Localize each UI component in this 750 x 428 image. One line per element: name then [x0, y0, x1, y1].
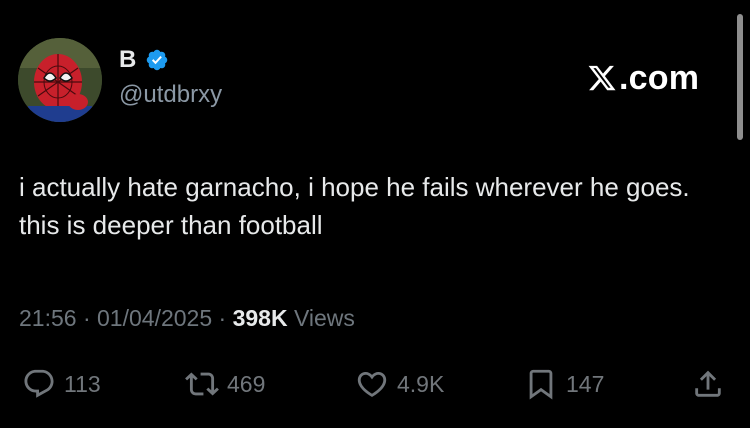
repost-button[interactable]: 469 — [185, 364, 265, 404]
share-icon — [695, 370, 721, 397]
brand-logo: .com — [586, 58, 699, 98]
views-label: Views — [287, 305, 355, 331]
tweet-meta: 21:56 · 01/04/2025 · 398K Views — [19, 302, 355, 334]
reply-button[interactable]: 113 — [22, 364, 101, 404]
tweet-text: i actually hate garnacho, i hope he fail… — [19, 172, 690, 240]
user-handle[interactable]: @utdbrxy — [119, 80, 222, 110]
tweet-time[interactable]: 21:56 — [19, 305, 77, 331]
like-count: 4.9K — [397, 371, 445, 397]
heart-icon — [357, 371, 387, 397]
reply-icon — [24, 369, 54, 398]
x-logo-icon — [588, 65, 616, 91]
repost-icon — [185, 372, 219, 396]
share-button[interactable] — [691, 364, 725, 404]
meta-separator: · — [212, 305, 233, 331]
meta-separator: · — [76, 305, 98, 331]
avatar[interactable] — [18, 38, 102, 122]
display-name[interactable]: B — [119, 46, 136, 74]
views-count: 398K — [232, 305, 288, 331]
like-button[interactable]: 4.9K — [355, 364, 444, 404]
reply-count: 113 — [64, 371, 101, 397]
bookmark-count: 147 — [566, 371, 605, 397]
bookmark-button[interactable]: 147 — [524, 364, 604, 404]
verified-badge-icon — [146, 49, 168, 71]
bookmark-icon — [529, 369, 553, 400]
repost-count: 469 — [227, 371, 266, 397]
brand-suffix: .com — [619, 59, 700, 97]
tweet-date[interactable]: 01/04/2025 — [97, 305, 212, 331]
scrollbar[interactable] — [737, 14, 743, 140]
spiderman-avatar-icon — [18, 38, 102, 122]
